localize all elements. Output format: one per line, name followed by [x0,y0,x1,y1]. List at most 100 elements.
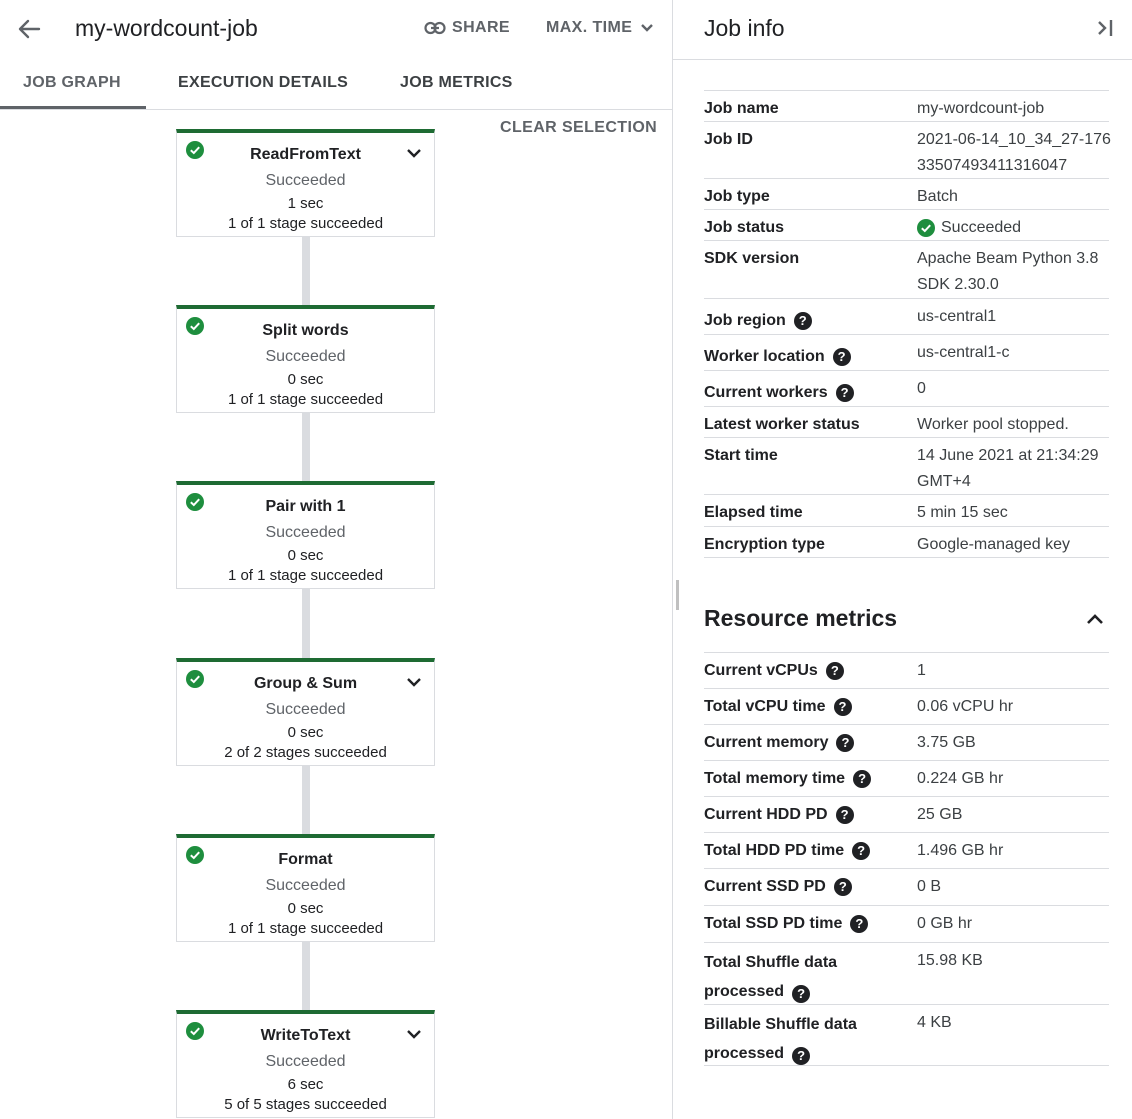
node-stages: 5 of 5 stages succeeded [224,1096,387,1113]
help-icon[interactable]: ? [792,985,811,1003]
help-icon[interactable]: ? [836,734,855,752]
panel-title: Job info [704,15,785,41]
metric-key: Total SSD PD time [704,915,843,932]
help-icon[interactable]: ? [825,662,844,680]
dataflow-job-page: my-wordcount-job SHARE MAX. TIME JOB GRA… [0,0,1132,1119]
info-key: Job ID [704,131,753,148]
info-value: 5 min 15 sec [917,504,1008,521]
metric-row: Total SSD PD time? 0 GB hr [704,905,1109,942]
metric-row: Total HDD PD time? 1.496 GB hr [704,832,1109,868]
chevron-up-icon [1087,614,1103,624]
node-name: Pair with 1 [265,498,346,515]
help-icon[interactable]: ? [852,842,871,860]
graph-node-writetotext[interactable]: WriteToText Succeeded 6 sec 5 of 5 stage… [176,1010,435,1118]
info-row: Start time 14 June 2021 at 21:34:29 GMT+… [704,437,1109,494]
clear-selection-button[interactable]: CLEAR SELECTION [500,119,657,137]
metric-key: Current memory [704,734,829,751]
metric-value: 4 KB [917,1014,952,1031]
job-status-text: Succeeded [941,219,1022,236]
node-time: 1 sec [287,195,324,212]
graph-node-pair-with-1[interactable]: Pair with 1 Succeeded 0 sec 1 of 1 stage… [176,481,435,589]
share-label: SHARE [452,19,511,36]
job-toolbar: my-wordcount-job SHARE MAX. TIME [0,0,672,60]
info-key: Job region [704,312,786,329]
info-row: Job ID 2021-06-14_10_34_27-1763350749341… [704,121,1111,178]
help-icon[interactable]: ? [835,384,854,402]
graph-edge [302,413,310,483]
help-icon[interactable]: ? [832,348,851,366]
graph-node-group-and-sum[interactable]: Group & Sum Succeeded 0 sec 2 of 2 stage… [176,658,435,766]
resource-metrics-title: Resource metrics [704,605,898,631]
graph-node-split-words[interactable]: Split words Succeeded 0 sec 1 of 1 stage… [176,305,435,413]
metric-row: Billable Shuffle data processed? 4 KB [704,1004,1109,1066]
info-key: Elapsed time [704,504,803,521]
job-title: my-wordcount-job [75,15,258,41]
info-value: us-central1 [917,308,997,325]
chevron-down-icon[interactable] [406,1028,422,1040]
metric-key: Total HDD PD time [704,842,845,859]
arrow-left-icon [18,19,41,39]
metric-row: Current SSD PD? 0 B [704,868,1109,905]
info-key: Job type [704,188,770,205]
help-icon[interactable]: ? [833,698,852,716]
metric-value: 15.98 KB [917,952,983,969]
node-status: Succeeded [265,348,346,365]
graph-node-readfromtext[interactable]: ReadFromText Succeeded 1 sec 1 of 1 stag… [176,129,435,237]
help-icon[interactable]: ? [792,1047,811,1065]
help-icon[interactable]: ? [853,770,872,788]
share-button[interactable]: SHARE [424,19,510,37]
info-row: Worker location? us-central1-c [704,334,1109,370]
metric-key: Current SSD PD [704,878,826,895]
metric-row: Total Shuffle data processed? 15.98 KB [704,942,1109,1004]
help-icon[interactable]: ? [793,312,812,330]
metric-row: Total vCPU time? 0.06 vCPU hr [704,688,1109,724]
info-value: 14 June 2021 at 21:34:29 GMT+4 [917,447,1099,490]
collapse-panel-icon [1098,20,1113,36]
node-time: 0 sec [287,547,324,564]
back-button[interactable] [14,14,44,44]
node-stages: 1 of 1 stage succeeded [227,391,384,408]
node-status: Succeeded [265,172,346,189]
help-icon[interactable]: ? [850,915,869,933]
info-row: SDK version Apache Beam Python 3.8 SDK 2… [704,240,1109,298]
metric-value: 0 GB hr [917,915,973,932]
metric-value: 0.06 vCPU hr [917,698,1014,715]
metric-row: Total memory time? 0.224 GB hr [704,760,1109,796]
info-key: Job name [704,100,779,117]
link-icon [424,21,446,35]
max-time-dropdown[interactable]: MAX. TIME [546,19,654,37]
info-key: SDK version [704,250,800,267]
check-circle-icon [917,219,935,237]
info-row: Current workers? 0 [704,370,1109,406]
help-icon[interactable]: ? [833,878,852,896]
info-value: Google-managed key [917,536,1070,553]
resource-metrics-toggle[interactable] [1085,611,1105,627]
info-row: Elapsed time 5 min 15 sec [704,494,1109,526]
help-icon[interactable]: ? [835,806,854,824]
info-value: 2021-06-14_10_34_27-17633507493411316047 [917,131,1111,174]
tab-job-metrics[interactable]: JOB METRICS [400,74,513,92]
collapse-panel-button[interactable] [1095,16,1117,40]
chevron-down-icon[interactable] [406,147,422,159]
metric-key: Current vCPUs [704,662,818,679]
metric-value: 0 B [917,878,942,895]
info-key: Encryption type [704,536,825,553]
chevron-down-icon[interactable] [406,676,422,688]
node-name: ReadFromText [250,146,361,163]
info-row: Job status Succeeded [704,209,1109,240]
tab-execution-details[interactable]: EXECUTION DETAILS [178,74,348,92]
tab-job-graph[interactable]: JOB GRAPH [23,74,121,92]
graph-edge [302,766,310,836]
graph-edge [302,942,310,1012]
metric-row: Current HDD PD? 25 GB [704,796,1109,832]
info-row: Latest worker status Worker pool stopped… [704,406,1109,437]
max-time-label: MAX. TIME [546,19,633,36]
metric-key: Total vCPU time [704,698,826,715]
info-key: Job status [704,219,785,236]
metric-row: Current memory? 3.75 GB [704,724,1109,760]
node-status: Succeeded [265,877,346,894]
graph-node-format[interactable]: Format Succeeded 0 sec 1 of 1 stage succ… [176,834,435,942]
metric-key: Total Shuffle data processed [704,954,838,1000]
node-stages: 1 of 1 stage succeeded [227,215,384,232]
node-time: 0 sec [287,371,324,388]
